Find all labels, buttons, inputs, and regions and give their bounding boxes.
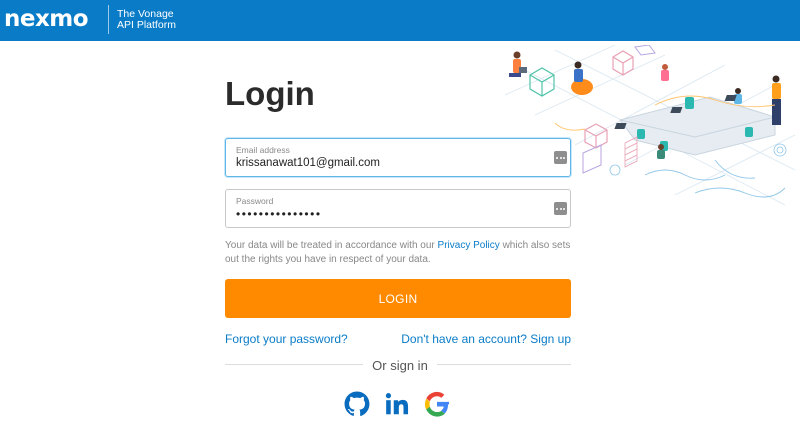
page-title: Login [225, 75, 315, 112]
email-label: Email address [236, 145, 290, 155]
linkedin-icon[interactable] [383, 390, 411, 418]
email-input[interactable] [236, 157, 536, 169]
forgot-password-link[interactable]: Forgot your password? [225, 332, 348, 346]
privacy-policy-link[interactable]: Privacy Policy [438, 240, 500, 251]
login-button[interactable]: LOGIN [225, 279, 571, 318]
nexmo-logo[interactable]: nexmo [4, 6, 89, 32]
or-sign-in-label: Or sign in [372, 358, 428, 373]
tagline-line-2: API Platform [117, 19, 176, 31]
tagline: The Vonage API Platform [117, 9, 176, 31]
privacy-notice: Your data will be treated in accordance … [225, 239, 575, 267]
password-input[interactable]: ••••••••••••••• [236, 207, 536, 221]
github-icon[interactable] [343, 390, 371, 418]
password-label: Password [236, 196, 274, 206]
privacy-text-before: Your data will be treated in accordance … [225, 240, 438, 251]
logo-text: nexmo [4, 6, 89, 32]
divider-right [437, 364, 571, 365]
top-bar: nexmo The Vonage API Platform [0, 0, 800, 41]
google-icon[interactable] [423, 390, 451, 418]
signup-link[interactable]: Don't have an account? Sign up [401, 332, 571, 346]
logo-divider [108, 5, 109, 34]
divider-left [225, 364, 363, 365]
team-illustration [504, 45, 796, 206]
